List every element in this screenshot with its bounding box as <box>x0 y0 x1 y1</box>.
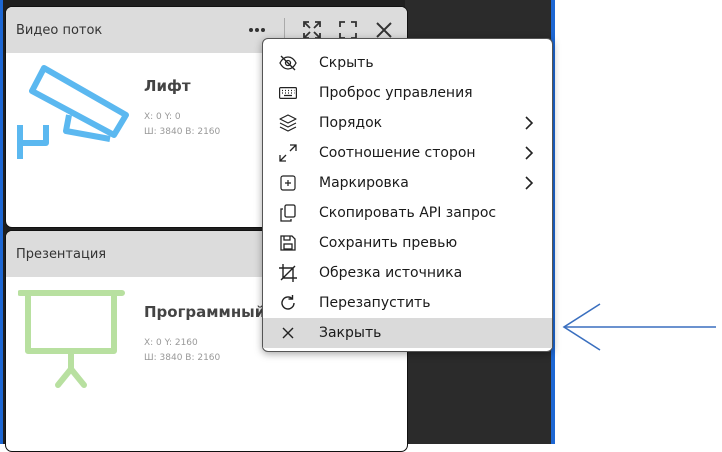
layers-icon <box>277 112 299 134</box>
chevron-right-icon <box>525 176 534 190</box>
source-size: Ш: 3840 В: 2160 <box>144 353 221 363</box>
source-name: Программный и <box>144 303 281 321</box>
menu-item-aspect-ratio[interactable]: Соотношение сторон <box>263 138 552 168</box>
menu-item-label: Скрыть <box>319 55 374 71</box>
source-coords: X: 0 Y: 0 <box>144 112 181 122</box>
close-icon <box>277 322 299 344</box>
menu-item-label: Порядок <box>319 115 383 131</box>
marking-grid-icon <box>277 172 299 194</box>
menu-item-label: Закрыть <box>319 325 382 341</box>
eye-off-icon <box>277 52 299 74</box>
menu-item-order[interactable]: Порядок <box>263 108 552 138</box>
chevron-right-icon <box>525 116 534 130</box>
source-coords: X: 0 Y: 2160 <box>144 338 198 348</box>
chevron-right-icon <box>525 146 534 160</box>
menu-item-hide[interactable]: Скрыть <box>263 48 552 78</box>
menu-item-save-preview[interactable]: Сохранить превью <box>263 228 552 258</box>
menu-item-label: Соотношение сторон <box>319 145 476 161</box>
source-size: Ш: 3840 В: 2160 <box>144 127 221 137</box>
context-menu: Скрыть Проброс управления Порядок Соотно… <box>262 38 553 352</box>
keyboard-icon <box>277 82 299 104</box>
copy-icon <box>277 202 299 224</box>
menu-item-restart[interactable]: Перезапустить <box>263 288 552 318</box>
save-icon <box>277 232 299 254</box>
menu-item-label: Скопировать API запрос <box>319 205 497 221</box>
menu-item-close[interactable]: Закрыть <box>263 318 552 348</box>
crop-icon <box>277 262 299 284</box>
card-title: Видео поток <box>16 22 103 38</box>
menu-item-label: Сохранить превью <box>319 235 458 251</box>
presentation-icon <box>17 289 128 393</box>
restart-icon <box>277 292 299 314</box>
menu-item-label: Обрезка источника <box>319 265 463 281</box>
camera-icon <box>14 63 134 167</box>
menu-item-label: Маркировка <box>319 175 409 191</box>
source-name: Лифт <box>144 77 191 95</box>
expand-diagonal-icon <box>277 142 299 164</box>
menu-item-control-passthrough[interactable]: Проброс управления <box>263 78 552 108</box>
workspace-left-border <box>0 0 3 444</box>
menu-item-label: Проброс управления <box>319 85 473 101</box>
card-title: Презентация <box>16 246 107 262</box>
menu-item-crop-source[interactable]: Обрезка источника <box>263 258 552 288</box>
menu-item-copy-api[interactable]: Скопировать API запрос <box>263 198 552 228</box>
menu-item-marking[interactable]: Маркировка <box>263 168 552 198</box>
menu-item-label: Перезапустить <box>319 295 431 311</box>
annotation-arrow-icon <box>562 303 716 351</box>
